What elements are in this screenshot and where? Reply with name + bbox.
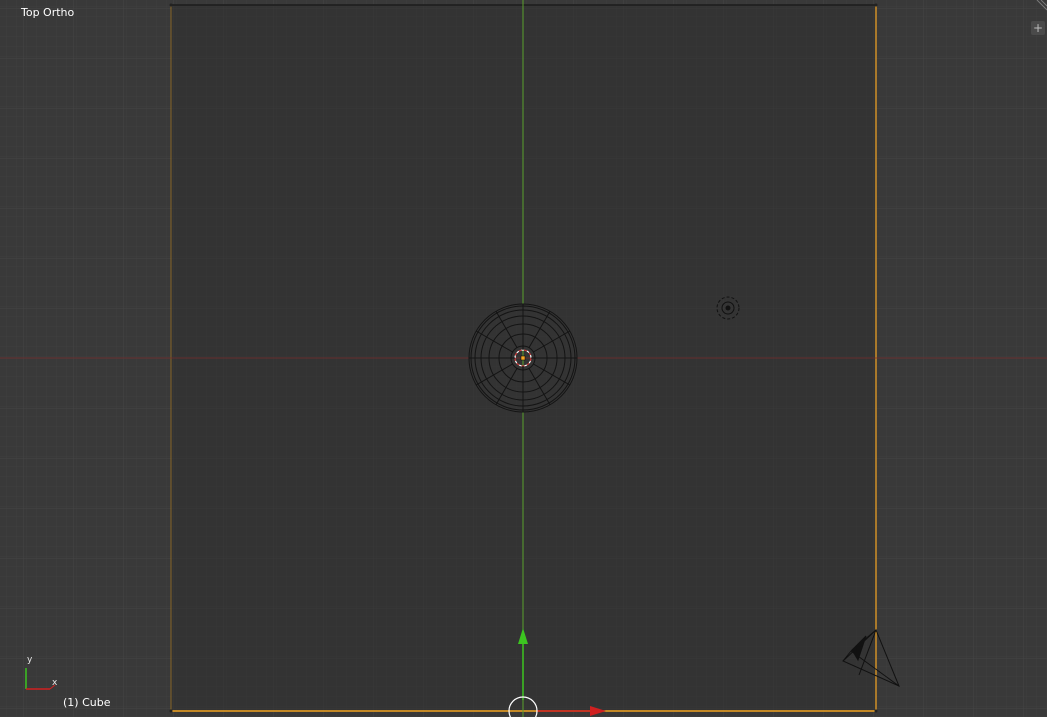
3d-viewport[interactable]: Top Ortho + y x (1) Cube xyxy=(0,0,1047,717)
camera-frame-corner xyxy=(874,3,878,7)
camera-frame-corner xyxy=(169,3,173,7)
plus-icon[interactable]: + xyxy=(1031,21,1045,35)
object-info: (1) Cube xyxy=(63,696,111,709)
camera-frame-corner xyxy=(169,709,173,713)
camera-frame-corner xyxy=(874,709,878,713)
area-split-icon[interactable] xyxy=(1033,0,1047,14)
axis-orientation-widget: y x xyxy=(20,654,64,698)
view-label: Top Ortho xyxy=(21,6,75,19)
axis-y-label: y xyxy=(27,655,33,665)
viewport-scene[interactable] xyxy=(0,0,1047,717)
axis-x-label: x xyxy=(52,678,58,688)
